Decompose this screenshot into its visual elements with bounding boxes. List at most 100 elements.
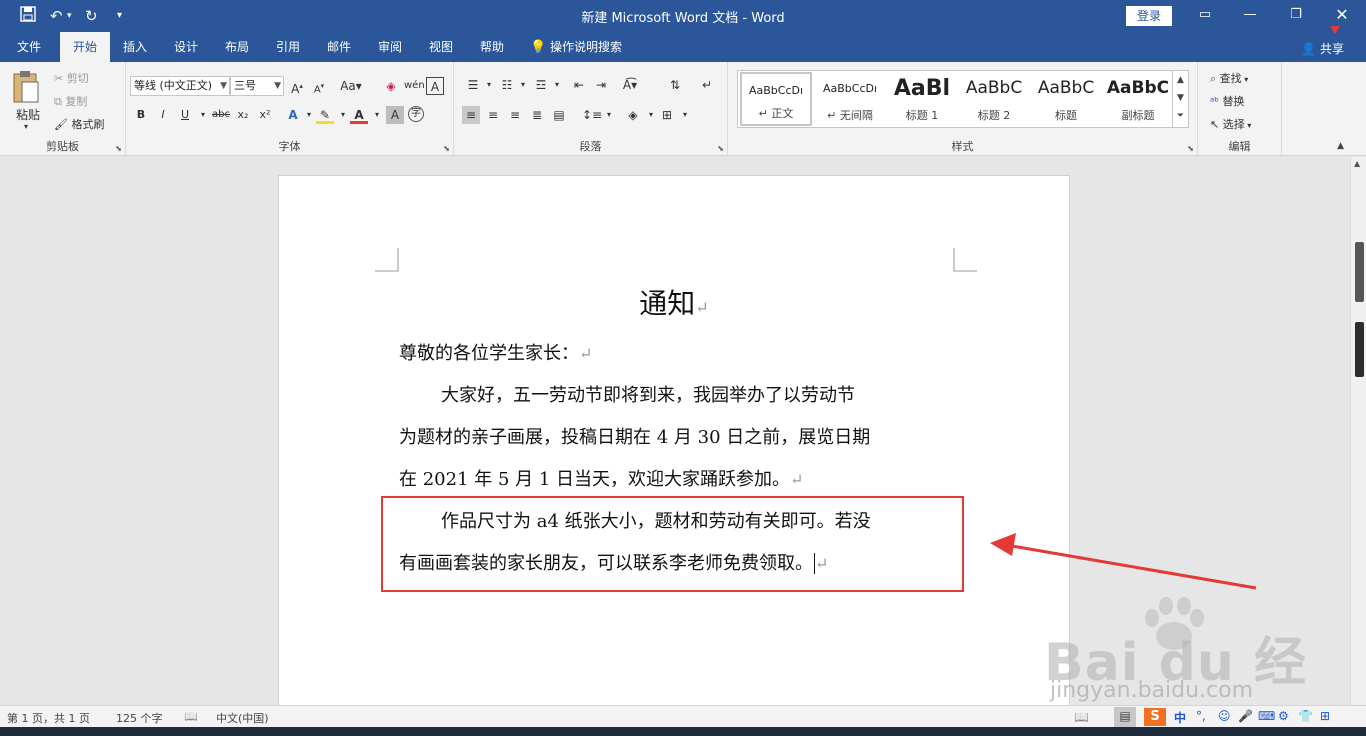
increase-indent-icon[interactable]: ⇥ — [592, 76, 610, 94]
skin-icon[interactable]: 👕 — [1298, 709, 1313, 723]
style-heading-1[interactable]: AaBl 标题 1 — [886, 72, 958, 126]
chevron-down-icon[interactable]: ▾ — [600, 106, 618, 124]
tab-references[interactable]: 引用 — [267, 32, 309, 62]
align-center-icon[interactable]: ≡ — [484, 106, 502, 124]
highlight-color-icon[interactable]: ✎ — [316, 106, 334, 124]
font-name-select[interactable]: 等线 (中文正文) ▼ — [130, 76, 230, 96]
read-mode-icon[interactable]: 📖 — [1074, 710, 1089, 724]
bold-icon[interactable]: B — [132, 106, 150, 124]
find-button[interactable]: ⌕ 查找 ▾ — [1210, 70, 1248, 86]
minimize-icon[interactable]: — — [1237, 4, 1263, 26]
document-title[interactable]: 通知↵ — [279, 282, 1069, 322]
chevron-down-icon[interactable]: ▾ — [676, 106, 694, 124]
gallery-more-icon[interactable]: ⏷ — [1173, 107, 1188, 125]
underline-icon[interactable]: U — [176, 106, 194, 124]
distributed-icon[interactable]: ▤ — [550, 106, 568, 124]
word-count[interactable]: 125 个字 — [116, 710, 163, 726]
dialog-launcher-icon[interactable]: ⬊ — [115, 144, 122, 153]
gallery-scroll[interactable]: ▲ ▼ ⏷ — [1172, 71, 1188, 127]
tab-mailings[interactable]: 邮件 — [318, 32, 360, 62]
font-color-icon[interactable]: A — [350, 106, 368, 124]
dialog-launcher-icon[interactable]: ⬊ — [1187, 144, 1194, 153]
body-line[interactable]: 大家好，五一劳动节即将到来，我园举办了以劳动节 — [399, 375, 949, 417]
chevron-down-icon[interactable]: ▾ — [514, 76, 532, 94]
italic-icon[interactable]: I — [154, 106, 172, 124]
chevron-down-icon[interactable]: ▾ — [480, 76, 498, 94]
decrease-indent-icon[interactable]: ⇤ — [570, 76, 588, 94]
strikethrough-icon[interactable]: abc — [210, 106, 232, 124]
copy-button[interactable]: ⧉ 复制 — [54, 93, 87, 109]
shrink-font-icon[interactable]: A▾ — [310, 77, 328, 95]
tab-design[interactable]: 设计 — [165, 32, 207, 62]
print-layout-icon[interactable]: ▤ — [1114, 707, 1136, 727]
subscript-icon[interactable]: x₂ — [234, 106, 252, 124]
chevron-down-icon[interactable]: ▾ — [368, 106, 386, 124]
tab-review[interactable]: 审阅 — [369, 32, 411, 62]
paste-button[interactable]: 粘贴 ▾ — [10, 70, 46, 134]
dialog-launcher-icon[interactable]: ⬊ — [443, 144, 450, 153]
tab-layout[interactable]: 布局 — [216, 32, 258, 62]
character-border-icon[interactable]: A — [426, 77, 444, 95]
scroll-up-icon[interactable]: ▲ — [1354, 159, 1360, 168]
document-page[interactable]: 通知↵ 尊敬的各位学生家长：↵ 大家好，五一劳动节即将到来，我园举办了以劳动节 … — [278, 175, 1070, 705]
shading-icon[interactable]: ◈ — [624, 106, 642, 124]
select-button[interactable]: ↖ 选择 ▾ — [1210, 116, 1251, 132]
tab-help[interactable]: 帮助 — [471, 32, 513, 62]
scroll-thumb[interactable] — [1355, 242, 1364, 302]
body-line[interactable]: 为题材的亲子画展，投稿日期在 4 月 30 日之前，展览日期 — [399, 417, 949, 459]
vertical-scrollbar[interactable]: ▲ — [1350, 157, 1366, 705]
superscript-icon[interactable]: x² — [256, 106, 274, 124]
ribbon-display-options-icon[interactable]: ▭ — [1192, 4, 1218, 26]
tab-insert[interactable]: 插入 — [114, 32, 156, 62]
style-subtitle[interactable]: AaBbC 副标题 — [1102, 72, 1174, 126]
microphone-icon[interactable]: 🎤 — [1238, 709, 1253, 723]
sort-icon[interactable]: ⇅ — [666, 76, 684, 94]
enclose-characters-icon[interactable]: 字 — [408, 106, 424, 122]
tab-file[interactable]: 文件 — [6, 32, 52, 62]
show-marks-icon[interactable]: ↵ — [698, 76, 716, 94]
share-button[interactable]: 👤 共享 — [1301, 40, 1344, 57]
align-left-icon[interactable]: ≡ — [462, 106, 480, 124]
justify-icon[interactable]: ≣ — [528, 106, 546, 124]
tell-me-search[interactable]: 💡 操作说明搜索 — [530, 32, 640, 62]
style-normal[interactable]: AaBbCcDı ↵ 正文 — [740, 72, 812, 126]
login-button[interactable]: 登录 — [1126, 6, 1172, 26]
borders-icon[interactable]: ⊞ — [658, 106, 676, 124]
dialog-launcher-icon[interactable]: ⬊ — [717, 144, 724, 153]
phonetic-guide-icon[interactable]: wén — [404, 77, 425, 95]
gallery-down-icon[interactable]: ▼ — [1173, 89, 1188, 107]
page-count[interactable]: 第 1 页，共 1 页 — [7, 710, 90, 726]
cut-button[interactable]: ✂ 剪切 — [54, 70, 89, 86]
language-indicator[interactable]: 中文(中国) — [216, 710, 269, 726]
style-no-spacing[interactable]: AaBbCcDı ↵ 无间隔 — [814, 72, 886, 126]
chinese-layout-icon[interactable]: A͡▾ — [618, 76, 642, 94]
ime-mode[interactable]: 中 — [1174, 709, 1186, 726]
grow-font-icon[interactable]: A▴ — [288, 77, 306, 96]
punctuation-icon[interactable]: °, — [1196, 709, 1206, 723]
format-painter-button[interactable]: 🖌 格式刷 — [54, 116, 104, 132]
keyboard-icon[interactable]: ⌨ — [1258, 709, 1275, 723]
body-line[interactable]: 在 2021 年 5 月 1 日当天，欢迎大家踊跃参加。↵ — [399, 459, 949, 501]
proofing-icon[interactable]: 📖 — [184, 710, 198, 723]
menu-grid-icon[interactable]: ⊞ — [1320, 709, 1330, 723]
group-paragraph: ☰ ▾ ☷ ▾ ☲ ▾ ⇤ ⇥ A͡▾ ⇅ ↵ ≡ ≡ ≡ ≣ ▤ ↕≡ ▾ ◈… — [454, 62, 728, 156]
replace-button[interactable]: ᵃᵇ 替换 — [1210, 93, 1245, 109]
toolbox-icon[interactable]: ⚙ — [1278, 709, 1289, 723]
tab-home[interactable]: 开始 — [60, 32, 110, 62]
emoji-icon[interactable]: ☺ — [1218, 709, 1231, 723]
font-size-select[interactable]: 三号 ▼ — [230, 76, 284, 96]
line-spacing-icon[interactable]: ↕≡ — [582, 106, 602, 124]
style-heading-2[interactable]: AaBbC 标题 2 — [958, 72, 1030, 126]
gallery-up-icon[interactable]: ▲ — [1173, 71, 1188, 89]
clear-formatting-icon[interactable]: ◈ — [382, 77, 400, 95]
chevron-down-icon[interactable]: ▾ — [548, 76, 566, 94]
restore-icon[interactable]: ❐ — [1283, 4, 1309, 26]
character-shading-icon[interactable]: A — [386, 106, 404, 124]
tab-view[interactable]: 视图 — [420, 32, 462, 62]
style-title[interactable]: AaBbC 标题 — [1030, 72, 1102, 126]
collapse-ribbon-icon[interactable]: ▲ — [1337, 141, 1344, 151]
close-icon[interactable]: ✕ — [1329, 4, 1355, 26]
change-case-icon[interactable]: Aa▾ — [338, 77, 364, 95]
align-right-icon[interactable]: ≡ — [506, 106, 524, 124]
salutation-line[interactable]: 尊敬的各位学生家长：↵ — [399, 333, 949, 375]
